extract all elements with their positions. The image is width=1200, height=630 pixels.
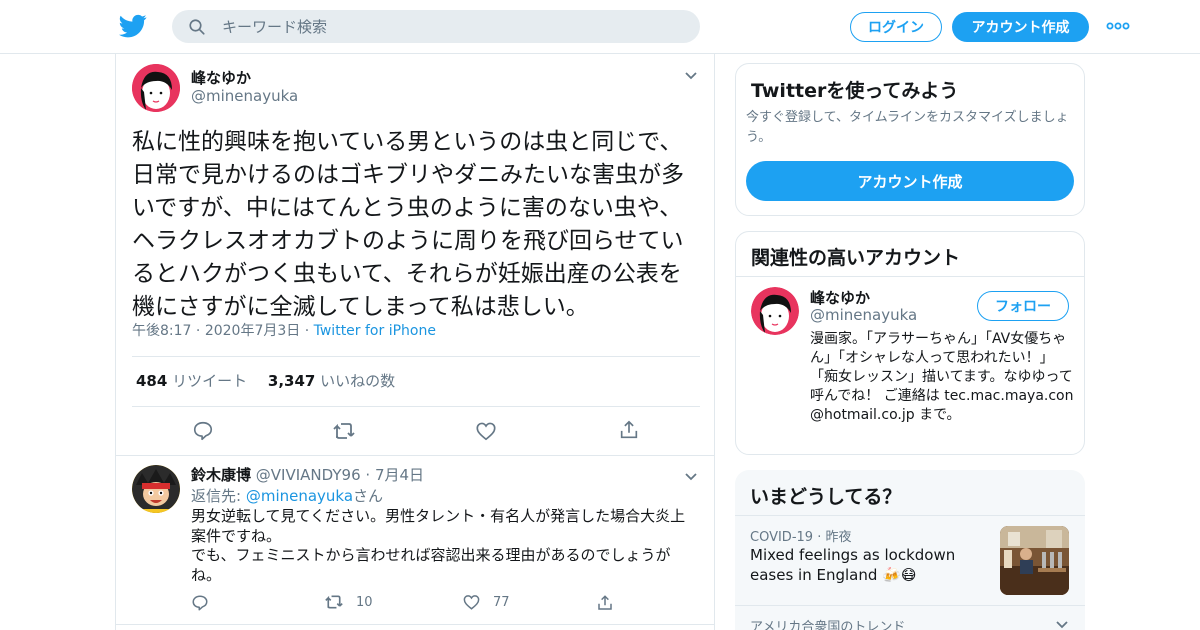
search-icon [189,19,205,35]
related-account-bio: 漫画家。「アラサーちゃん」「AV女優ちゃん」「オシャレな人って思われたい！」「痴… [810,331,1074,423]
reply-like-action[interactable]: 77 [462,593,510,611]
trend-meta: COVID-19 · 昨夜 [750,530,852,545]
replying-to-link[interactable]: @minenayuka [246,487,353,505]
trend-thumbnail-image [1000,526,1069,595]
replying-to-suffix: さん [353,487,384,505]
trend-category: COVID-19 [750,530,814,545]
signup-card-title: Twitterを使ってみよう [751,80,959,102]
tweet-source-link[interactable]: Twitter for iPhone [314,323,436,339]
like-stat-label: いいねの数 [320,372,396,390]
main-timeline: 峰なゆか @minenayuka 私に性的興味を抱いている男というのは虫と同じで… [115,54,715,630]
replying-to-prefix: 返信先: [191,487,246,505]
tweet-date[interactable]: 2020年7月3日 [205,323,300,339]
divider [116,624,714,625]
reply-author-name[interactable]: 鈴木康博 [191,466,251,484]
follow-button[interactable]: フォロー [977,291,1069,321]
trend-headline[interactable]: Mixed feelings as lockdown eases in Engl… [750,545,986,585]
reply-author-handle[interactable]: @VIVIANDY96 [256,466,361,484]
tweet-stats: 484 リツイート 3,347 いいねの数 [136,370,395,391]
reply-header: 鈴木康博 @VIVIANDY96 · 7月4日 [191,466,425,484]
share-icon[interactable] [618,419,640,441]
tweet-text: 私に性的興味を抱いている男というのは虫と同じで、日常で見かけるのはゴキブリやダニ… [132,129,684,320]
chevron-down-icon[interactable] [684,472,698,482]
search-box[interactable] [172,10,700,43]
retweet-stat[interactable]: 484 リツイート [136,372,247,390]
like-icon [463,595,480,610]
reply-text: 男女逆転して見てください。男性タレント・有名人が発言した場合大炎上案件ですね。 … [191,507,696,585]
chevron-down-icon[interactable] [1055,620,1069,630]
trends-card: いまどうしてる？ COVID-19 · 昨夜 Mixed feelings as… [735,470,1085,630]
trend-thumbnail[interactable] [1000,526,1069,595]
avatar[interactable] [132,64,180,112]
divider [116,455,714,456]
divider [735,515,1085,516]
avatar[interactable] [132,465,180,513]
author-handle[interactable]: @minenayuka [191,87,298,105]
divider [735,605,1085,606]
retweet-count: 484 [136,372,168,390]
reply-text-line: でも、フェミニストから言わせれば容認出来る理由があるのでしょうがね。 [191,546,671,584]
tweet-metadata: 午後8:17 · 2020年7月3日 · Twitter for iPhone [132,323,436,339]
top-bar: ログイン アカウント作成 [0,0,1200,54]
share-icon[interactable] [596,594,614,612]
retweet-icon [325,595,343,609]
trends-card-title: いまどうしてる？ [750,486,902,508]
retweet-icon[interactable] [332,420,356,442]
author-name[interactable]: 峰なゆか [191,67,251,88]
reply-date[interactable]: 7月4日 [375,466,424,484]
login-button[interactable]: ログイン [850,12,942,42]
avatar-illustration [751,287,799,335]
divider [132,356,700,357]
related-card-title: 関連性の高いアカウント [751,247,961,269]
tweet-time[interactable]: 午後8:17 [132,323,191,339]
signup-card-button[interactable]: アカウント作成 [746,161,1074,201]
retweet-stat-label: リツイート [172,372,248,390]
reply-icon[interactable] [191,594,209,612]
divider [132,406,700,407]
replying-to: 返信先: @minenayukaさん [191,485,383,506]
chevron-down-icon[interactable] [684,71,698,81]
reply-retweet-action[interactable]: 10 [324,593,373,611]
signup-button[interactable]: アカウント作成 [952,12,1089,42]
like-count: 3,347 [267,372,316,390]
reply-retweet-count: 10 [356,594,373,610]
trend-time: 昨夜 [825,530,852,545]
reply-text-line: 男女逆転して見てください。男性タレント・有名人が発言した場合大炎上案件ですね。 [191,507,686,545]
reply-like-count: 77 [493,594,510,610]
trend-location-label: アメリカ合衆国のトレンド [750,620,906,630]
avatar-illustration [132,465,180,513]
related-account-name[interactable]: 峰なゆか [810,287,870,308]
signup-card: Twitterを使ってみよう 今すぐ登録して、タイムラインをカスタマイズしましょ… [735,63,1085,216]
related-accounts-card: 関連性の高いアカウント 峰なゆか @minenayuka フォロー 漫画家。「ア… [735,231,1085,455]
like-stat[interactable]: 3,347 いいねの数 [268,372,395,390]
signup-card-description: 今すぐ登録して、タイムラインをカスタマイズしましょう。 [746,110,1069,145]
related-account-handle[interactable]: @minenayuka [810,306,917,324]
reply-icon[interactable] [192,420,214,442]
divider [736,276,1084,277]
more-dots-icon[interactable] [1106,16,1130,36]
avatar-illustration [132,64,180,112]
avatar[interactable] [751,287,799,335]
search-input[interactable] [222,10,682,43]
like-icon[interactable] [475,420,497,442]
twitter-bird-icon[interactable] [118,12,148,40]
